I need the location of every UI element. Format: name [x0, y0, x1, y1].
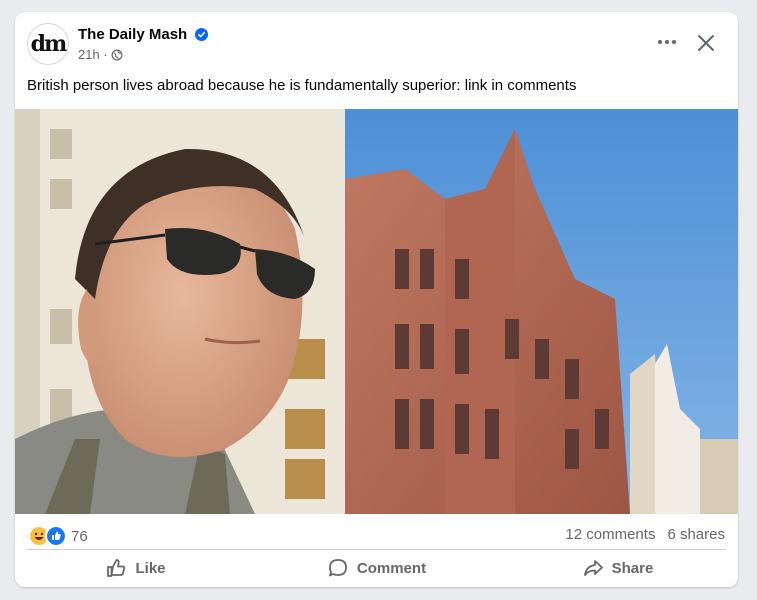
comment-bubble-icon: [329, 559, 347, 577]
post-header: dm The Daily Mash 21h ·: [15, 12, 738, 74]
share-arrow-icon: [583, 560, 603, 576]
close-icon: [698, 35, 714, 51]
post-actions: Like Comment Share: [15, 552, 738, 584]
like-button[interactable]: Like: [15, 552, 256, 584]
comments-count-link[interactable]: 12 comments: [565, 526, 655, 543]
post-photo-image: [15, 109, 738, 514]
post-timestamp[interactable]: 21h ·: [78, 47, 108, 62]
globe-icon: [111, 49, 123, 60]
reactions-summary[interactable]: 76: [28, 525, 88, 547]
share-label: Share: [611, 559, 654, 577]
thumbs-up-icon: [107, 559, 126, 577]
engagement-stats: 76 12 comments 6 shares: [15, 519, 738, 547]
close-button[interactable]: [693, 30, 719, 56]
page-name-link[interactable]: The Daily Mash: [78, 26, 187, 43]
avatar-logo-text: dm: [30, 31, 68, 57]
post-meta: 21h ·: [78, 47, 123, 62]
verified-badge-icon: [195, 28, 208, 41]
comment-share-counts: 12 comments 6 shares: [565, 526, 725, 543]
comment-label: Comment: [356, 559, 427, 577]
post-card: dm The Daily Mash 21h · British person l…: [15, 12, 738, 587]
post-caption: British person lives abroad because he i…: [27, 77, 577, 94]
like-icon: [45, 525, 67, 547]
post-photo[interactable]: [15, 109, 738, 514]
more-dots-icon: [658, 40, 676, 44]
like-label: Like: [135, 559, 166, 577]
actions-divider: [27, 549, 726, 550]
reaction-count: 76: [71, 527, 88, 545]
share-button[interactable]: Share: [497, 552, 738, 584]
more-options-button[interactable]: [652, 30, 682, 54]
comment-button[interactable]: Comment: [256, 552, 497, 584]
shares-count-link[interactable]: 6 shares: [667, 526, 725, 543]
page-avatar[interactable]: dm: [27, 23, 69, 65]
